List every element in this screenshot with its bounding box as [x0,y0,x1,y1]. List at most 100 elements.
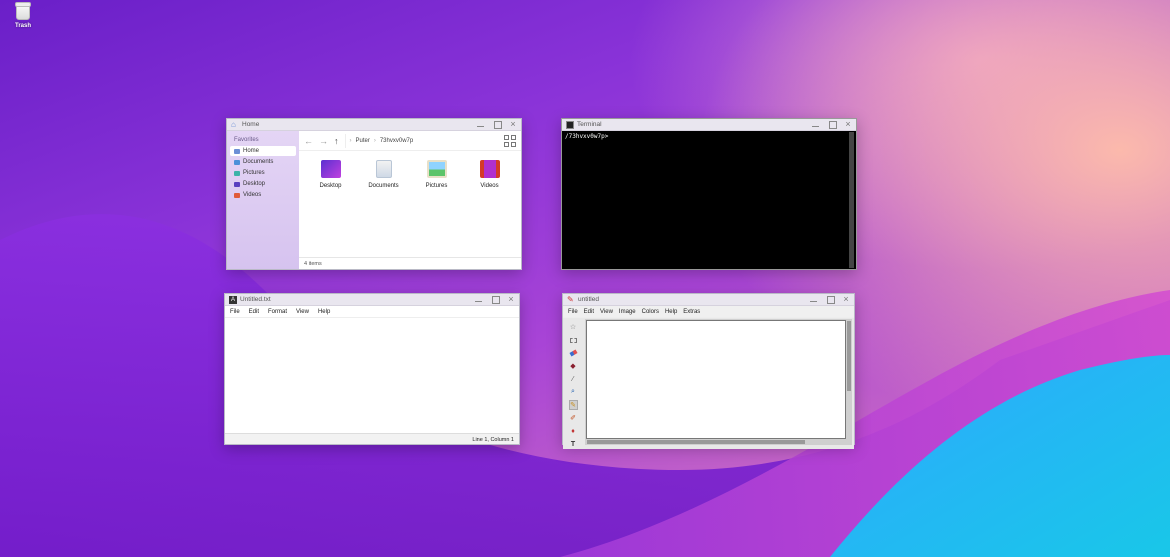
breadcrumb: › Puter › 73hvxv0w7p [344,133,499,148]
desktop-icon [234,181,240,187]
text-area[interactable] [225,318,519,433]
window-titlebar[interactable]: Terminal × [562,119,856,131]
pencil-icon[interactable]: ✎ [568,400,578,410]
tool-palette: ☆ ◆ ⁄ ⌕ ✎ ✐ ♦ T [563,318,583,449]
file-item-documents[interactable]: Documents [362,160,405,189]
file-item-label: Pictures [425,183,448,189]
menu-colors[interactable]: Colors [642,309,659,315]
window-title: untitled [578,296,599,303]
sidebar-item-label: Desktop [243,181,266,187]
magnifier-icon[interactable]: ⌕ [569,387,578,397]
forward-arrow-icon[interactable]: → [319,136,328,146]
airbrush-icon[interactable]: ♦ [569,426,578,436]
desktop: Trash ⌂ Home × Favorites Home Documents [0,0,1170,557]
terminal-window[interactable]: Terminal × /73hvxv0w7p> [561,118,857,270]
window-titlebar[interactable]: A Untitled.txt × [225,294,519,306]
select-icon[interactable]: ☆ [569,322,578,332]
file-item-label: Desktop [319,183,342,189]
pictures-folder-icon [426,160,447,178]
menu-help[interactable]: Help [665,309,677,315]
videos-folder-icon [479,160,500,178]
breadcrumb-separator-icon: › [373,137,376,144]
sidebar-item-videos[interactable]: Videos [230,190,296,200]
minimize-button[interactable] [475,295,483,305]
terminal-output[interactable]: /73hvxv0w7p> [562,131,856,269]
wallpaper-waves [0,214,1170,557]
file-item-desktop[interactable]: Desktop [309,160,352,189]
grid-view-icon[interactable] [504,134,516,147]
sidebar-item-label: Pictures [243,170,265,176]
maximize-button[interactable] [491,295,499,305]
paint-icon: ✎ [567,294,574,304]
home-icon: ⌂ [231,119,236,129]
close-button[interactable]: × [842,294,850,305]
desktop-icon-trash[interactable]: Trash [8,2,38,29]
minimize-button[interactable] [477,120,485,130]
close-button[interactable]: × [507,294,515,305]
pictures-icon [234,170,240,176]
menu-help[interactable]: Help [318,309,330,315]
maximize-button[interactable] [493,120,501,130]
breadcrumb-separator-icon: › [349,137,352,144]
text-editor-window[interactable]: A Untitled.txt × File Edit Format View H… [224,293,520,445]
back-arrow-icon[interactable]: ← [304,136,313,146]
text-file-icon: A [229,295,237,304]
brush-icon[interactable]: ✐ [569,413,578,423]
home-icon [234,148,240,154]
terminal-prompt: /73hvxv0w7p> [565,133,609,140]
menu-image[interactable]: Image [619,309,636,315]
status-bar: Line 1, Column 1 [225,433,519,444]
up-arrow-icon[interactable]: ↑ [334,136,339,146]
paint-window[interactable]: ✎ untitled × File Edit View Image Colors… [562,293,855,449]
sidebar-section-title: Favorites [234,137,259,143]
breadcrumb-item[interactable]: 73hvxv0w7p [380,138,413,144]
menu-edit[interactable]: Edit [584,309,594,315]
file-grid: Desktop Documents Pictures Videos [299,151,521,257]
eraser-icon[interactable] [568,348,578,358]
documents-folder-icon [375,160,392,178]
menu-file[interactable]: File [230,309,240,315]
window-title: Untitled.txt [240,296,271,303]
menu-file[interactable]: File [568,309,578,315]
sidebar-item-home[interactable]: Home [230,146,296,156]
videos-icon [234,192,240,198]
terminal-scrollbar[interactable] [849,132,854,268]
menu-view[interactable]: View [600,309,613,315]
maximize-button[interactable] [826,295,834,305]
menu-edit[interactable]: Edit [249,309,259,315]
menu-view[interactable]: View [296,309,309,315]
text-icon[interactable]: T [569,439,578,449]
sidebar-item-documents[interactable]: Documents [230,157,296,167]
sidebar-item-pictures[interactable]: Pictures [230,168,296,178]
file-item-label: Videos [480,183,499,189]
trash-icon [15,2,31,20]
minimize-button[interactable] [810,295,818,305]
menu-extras[interactable]: Extras [683,309,700,315]
file-item-videos[interactable]: Videos [468,160,511,189]
sidebar-item-desktop[interactable]: Desktop [230,179,296,189]
file-item-label: Documents [368,183,399,189]
close-button[interactable]: × [509,119,517,130]
eyedropper-icon[interactable]: ⁄ [569,374,578,384]
navigation-bar: ← → ↑ › Puter › 73hvxv0w7p [299,131,521,151]
documents-icon [234,159,240,165]
window-titlebar[interactable]: ✎ untitled × [563,294,854,306]
drawing-canvas[interactable] [586,320,846,439]
window-title: Terminal [577,121,602,128]
window-titlebar[interactable]: ⌂ Home × [227,119,521,131]
sidebar: Favorites Home Documents Pictures Deskto… [227,131,299,269]
menu-format[interactable]: Format [268,309,287,315]
maximize-button[interactable] [828,120,836,130]
breadcrumb-item[interactable]: Puter [356,138,370,144]
horizontal-scrollbar[interactable] [587,440,805,444]
canvas-area [585,319,852,445]
window-title: Home [242,121,260,128]
vertical-scrollbar[interactable] [847,321,851,391]
minimize-button[interactable] [812,120,820,130]
file-manager-window[interactable]: ⌂ Home × Favorites Home Documents Pictur… [226,118,522,270]
close-button[interactable]: × [844,119,852,130]
rect-select-icon[interactable] [569,335,578,345]
file-item-pictures[interactable]: Pictures [415,160,458,189]
sidebar-item-label: Videos [243,192,262,198]
fill-icon[interactable]: ◆ [569,361,578,371]
